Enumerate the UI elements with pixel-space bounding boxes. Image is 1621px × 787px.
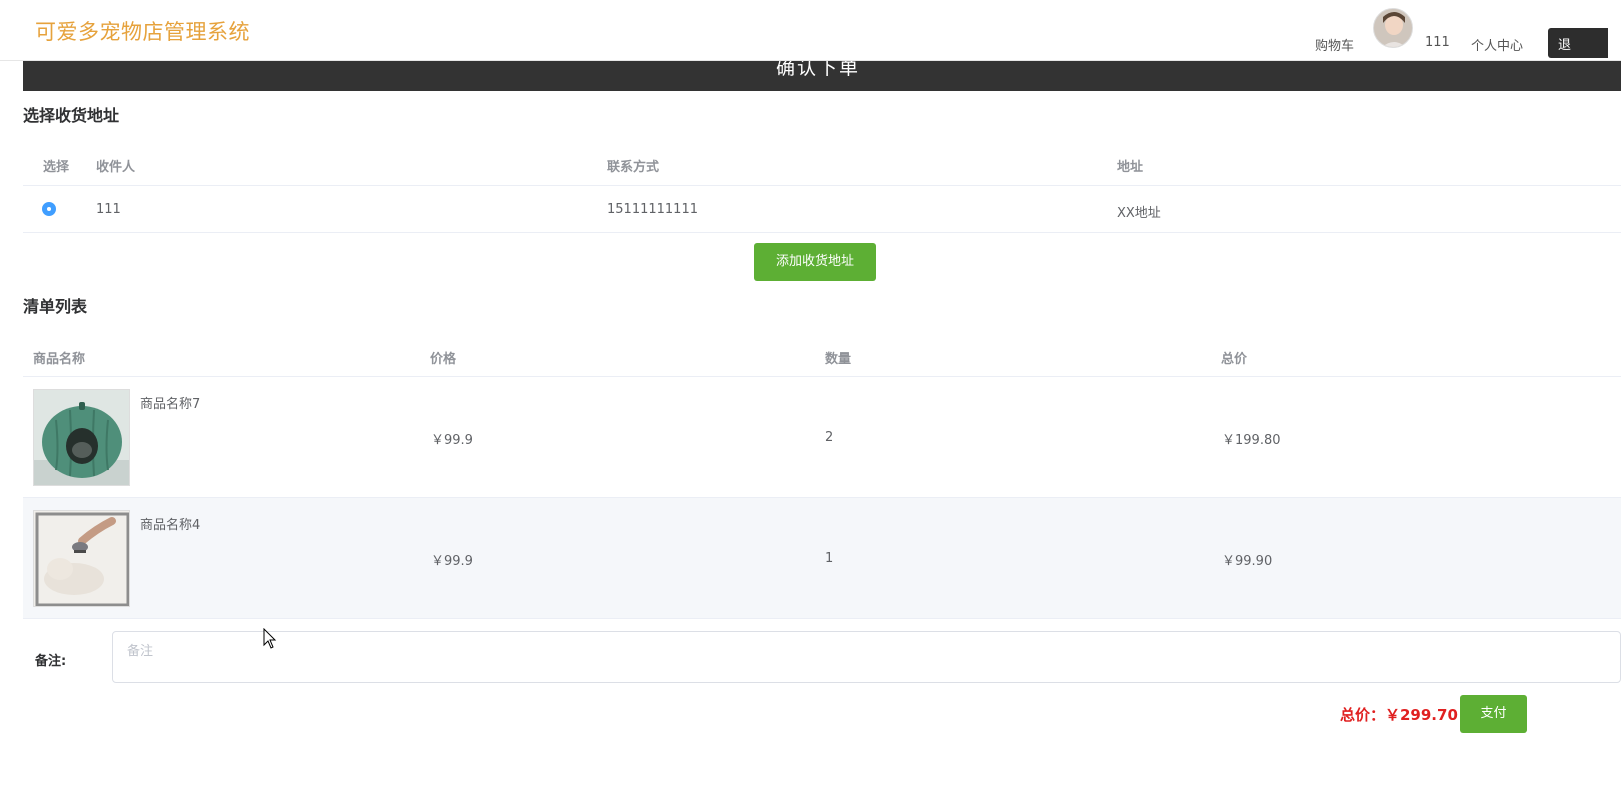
items-section-title: 清单列表	[23, 297, 88, 316]
item-subtotal: ￥99.90	[1222, 554, 1273, 569]
top-header: 可爱多宠物店管理系统 购物车 111 个人中心 退	[0, 0, 1621, 61]
address-contact: 15111111111	[607, 202, 698, 217]
username-label: 111	[1425, 35, 1450, 50]
item-name: 商品名称7	[140, 397, 201, 412]
add-address-button[interactable]: 添加收货地址	[754, 243, 876, 281]
app-logo[interactable]: 可爱多宠物店管理系统	[35, 16, 250, 46]
address-recipient: 111	[96, 202, 121, 217]
mouse-cursor-icon	[263, 628, 277, 649]
column-contact: 联系方式	[607, 160, 660, 175]
column-subtotal: 总价	[1221, 352, 1248, 367]
column-quantity: 数量	[825, 352, 852, 367]
pet-bed-icon	[34, 390, 129, 485]
nav-profile-link[interactable]: 个人中心	[1471, 35, 1523, 54]
table-row[interactable]: 商品名称4 ￥99.9 1 ￥99.90	[23, 498, 1621, 619]
pay-button[interactable]: 支付	[1460, 695, 1527, 733]
page-title: 确认下单	[776, 61, 861, 79]
column-recipient: 收件人	[96, 160, 136, 175]
item-name: 商品名称4	[140, 518, 201, 533]
item-price: ￥99.9	[431, 554, 473, 569]
total-price: 总价：￥299.70	[1340, 706, 1458, 724]
items-table: 商品名称 价格 数量 总价 商品名称7 ￥99.9 2 ￥199.80 商品名称…	[23, 332, 1621, 619]
column-name: 商品名称	[33, 352, 86, 367]
address-row[interactable]: 111 15111111111 XX地址	[23, 186, 1621, 233]
address-section-title: 选择收货地址	[23, 106, 120, 125]
logout-button[interactable]: 退	[1548, 28, 1608, 58]
table-row[interactable]: 商品名称7 ￥99.9 2 ￥199.80	[23, 377, 1621, 498]
column-price: 价格	[430, 352, 457, 367]
item-quantity: 2	[825, 430, 834, 445]
avatar-image	[1374, 9, 1412, 47]
remark-input[interactable]	[112, 631, 1621, 683]
item-subtotal: ￥199.80	[1222, 433, 1281, 448]
page-title-bar: 确认下单	[23, 61, 1621, 91]
address-table: 选择 收件人 联系方式 地址 111 15111111111 XX地址	[23, 140, 1621, 233]
column-select: 选择	[43, 160, 70, 175]
column-address: 地址	[1117, 160, 1144, 175]
item-price: ￥99.9	[431, 433, 473, 448]
address-table-header: 选择 收件人 联系方式 地址	[23, 140, 1621, 186]
address-text: XX地址	[1117, 206, 1161, 221]
items-table-header: 商品名称 价格 数量 总价	[23, 332, 1621, 377]
nav-cart-link[interactable]: 购物车	[1315, 35, 1354, 54]
remark-label: 备注:	[35, 654, 67, 669]
cat-grooming-image	[33, 510, 130, 607]
cat-grooming-icon	[34, 511, 129, 606]
address-radio-selected[interactable]	[42, 202, 56, 216]
user-avatar[interactable]	[1373, 8, 1413, 48]
item-quantity: 1	[825, 551, 834, 566]
pet-bed-image	[33, 389, 130, 486]
